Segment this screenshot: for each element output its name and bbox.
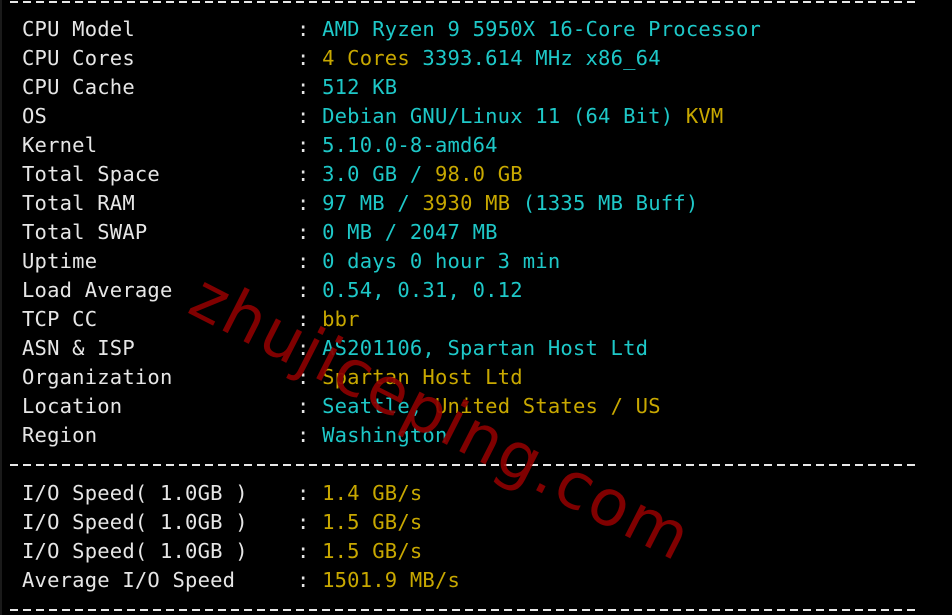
- info-row: I/O Speed( 1.0GB ): 1.4 GB/s: [22, 479, 422, 508]
- row-label: TCP CC: [22, 307, 98, 331]
- row-separator: :: [297, 278, 310, 302]
- row-separator: :: [297, 336, 310, 360]
- info-row: Load Average: 0.54, 0.31, 0.12: [22, 276, 523, 305]
- info-row: TCP CC: bbr: [22, 305, 360, 334]
- info-row: CPU Cores: 4 Cores 3393.614 MHz x86_64: [22, 44, 661, 73]
- row-value: Debian GNU/Linux 11 (64 Bit): [322, 104, 674, 128]
- row-separator: :: [297, 104, 310, 128]
- row-value: 0 MB / 2047 MB: [322, 220, 498, 244]
- row-label: Location: [22, 394, 123, 418]
- row-value: 5.10.0-8-amd64: [322, 133, 498, 157]
- info-row: Uptime: 0 days 0 hour 3 min: [22, 247, 560, 276]
- row-value: 0.54, 0.31, 0.12: [322, 278, 523, 302]
- row-value: 97 MB /: [322, 191, 423, 215]
- info-row: Total RAM: 97 MB / 3930 MB (1335 MB Buff…: [22, 189, 698, 218]
- info-row: CPU Model: AMD Ryzen 9 5950X 16-Core Pro…: [22, 15, 761, 44]
- row-value: United States / US: [422, 394, 661, 418]
- row-label: Organization: [22, 365, 173, 389]
- row-value: (1335 MB Buff): [510, 191, 699, 215]
- row-label: Total Space: [22, 162, 160, 186]
- row-value: Washington: [322, 423, 448, 447]
- separator-line-top: [10, 1, 918, 3]
- info-row: Location: Seattle, United States / US: [22, 392, 661, 421]
- info-row: Total Space: 3.0 GB / 98.0 GB: [22, 160, 523, 189]
- row-value: Spartan Host Ltd: [322, 365, 523, 389]
- row-value: KVM: [673, 104, 724, 128]
- row-label: Uptime: [22, 249, 98, 273]
- info-row: Average I/O Speed: 1501.9 MB/s: [22, 566, 460, 595]
- row-value: 98.0 GB: [434, 162, 523, 186]
- row-separator: :: [297, 539, 310, 563]
- info-row: Organization: Spartan Host Ltd: [22, 363, 523, 392]
- row-value: 3393.614 MHz x86_64: [409, 46, 661, 70]
- row-separator: :: [297, 46, 310, 70]
- row-label: Load Average: [22, 278, 173, 302]
- row-label: I/O Speed( 1.0GB ): [22, 481, 248, 505]
- row-separator: :: [297, 423, 310, 447]
- row-value: AMD Ryzen 9 5950X 16-Core Processor: [322, 17, 762, 41]
- row-value: AS201106, Spartan Host Ltd: [322, 336, 649, 360]
- info-row: OS: Debian GNU/Linux 11 (64 Bit) KVM: [22, 102, 723, 131]
- info-row: CPU Cache: 512 KB: [22, 73, 397, 102]
- row-separator: :: [297, 307, 310, 331]
- row-value: 1.5 GB/s: [322, 510, 423, 534]
- info-row: Kernel: 5.10.0-8-amd64: [22, 131, 498, 160]
- row-value: Seattle,: [322, 394, 423, 418]
- row-label: I/O Speed( 1.0GB ): [22, 539, 248, 563]
- info-row: ASN & ISP: AS201106, Spartan Host Ltd: [22, 334, 648, 363]
- row-label: Average I/O Speed: [22, 568, 236, 592]
- row-separator: :: [297, 249, 310, 273]
- row-label: Region: [22, 423, 98, 447]
- row-separator: :: [297, 365, 310, 389]
- row-label: CPU Cores: [22, 46, 135, 70]
- row-label: Total SWAP: [22, 220, 148, 244]
- row-separator: :: [297, 510, 310, 534]
- row-value: 1.4 GB/s: [322, 481, 423, 505]
- info-row: Total SWAP: 0 MB / 2047 MB: [22, 218, 498, 247]
- row-label: I/O Speed( 1.0GB ): [22, 510, 248, 534]
- row-label: CPU Cache: [22, 75, 135, 99]
- row-separator: :: [297, 75, 310, 99]
- row-label: Total RAM: [22, 191, 135, 215]
- row-value: 1501.9 MB/s: [322, 568, 461, 592]
- row-label: CPU Model: [22, 17, 135, 41]
- row-value: 0 days 0 hour 3 min: [322, 249, 561, 273]
- row-separator: :: [297, 220, 310, 244]
- row-value: 1.5 GB/s: [322, 539, 423, 563]
- row-value: 3930 MB: [422, 191, 511, 215]
- info-row: Region: Washington: [22, 421, 448, 450]
- row-separator: :: [297, 162, 310, 186]
- row-separator: :: [297, 394, 310, 418]
- row-label: Kernel: [22, 133, 98, 157]
- separator-line-middle: [10, 464, 918, 466]
- info-row: I/O Speed( 1.0GB ): 1.5 GB/s: [22, 537, 422, 566]
- terminal-window[interactable]: CPU Model: AMD Ryzen 9 5950X 16-Core Pro…: [0, 0, 952, 615]
- info-row: I/O Speed( 1.0GB ): 1.5 GB/s: [22, 508, 422, 537]
- separator-line-bottom: [10, 609, 918, 611]
- row-separator: :: [297, 17, 310, 41]
- row-value: 4 Cores: [322, 46, 410, 70]
- row-value: bbr: [322, 307, 360, 331]
- row-separator: :: [297, 568, 310, 592]
- row-value: 512 KB: [322, 75, 398, 99]
- row-label: OS: [22, 104, 48, 128]
- row-separator: :: [297, 133, 310, 157]
- row-separator: :: [297, 481, 310, 505]
- row-value: 3.0 GB /: [322, 162, 435, 186]
- row-label: ASN & ISP: [22, 336, 135, 360]
- row-separator: :: [297, 191, 310, 215]
